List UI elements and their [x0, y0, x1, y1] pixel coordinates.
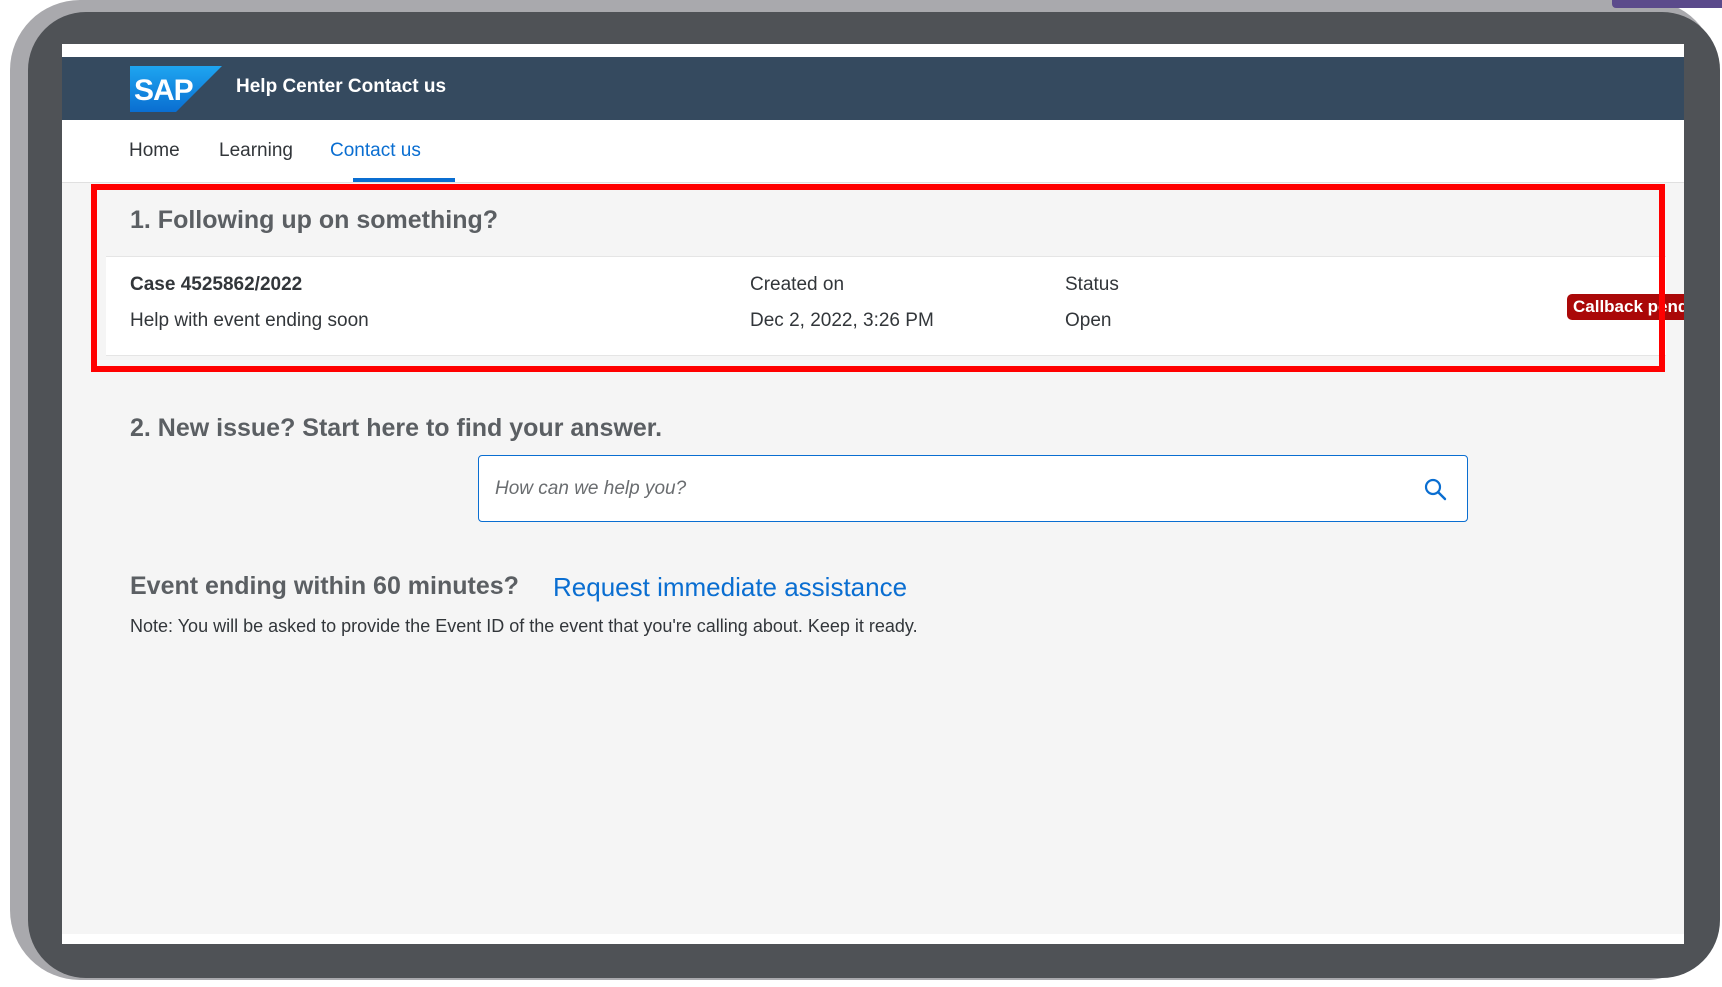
tab-home[interactable]: Home [129, 140, 180, 162]
app-title: Help Center Contact us [236, 76, 447, 97]
status-value: Open [1065, 310, 1112, 331]
case-id: Case 4525862/2022 [130, 274, 303, 295]
browser-screen: SAP Help Center Contact us Home Learning… [62, 44, 1684, 944]
search-icon[interactable] [1423, 477, 1447, 501]
request-assistance-link[interactable]: Request immediate assistance [553, 572, 907, 603]
active-tab-indicator [353, 178, 455, 182]
created-on-header: Created on [750, 274, 845, 295]
corner-accent [1612, 0, 1722, 8]
sap-logo[interactable]: SAP [130, 66, 222, 112]
search-input[interactable] [493, 466, 1397, 512]
followup-section: 1. Following up on something? Case 45258… [106, 190, 1684, 360]
status-header: Status [1065, 274, 1119, 295]
followup-title: 1. Following up on something? [130, 206, 499, 234]
sap-logo-text: SAP [134, 74, 193, 107]
event-id-note: Note: You will be asked to provide the E… [130, 616, 918, 636]
new-issue-title: 2. New issue? Start here to find your an… [130, 414, 663, 442]
search-box [478, 455, 1468, 522]
urgent-title: Event ending within 60 minutes? [130, 572, 519, 600]
tab-bar: Home Learning Contact us [62, 120, 1684, 183]
screen-bottom-strip [62, 934, 1684, 944]
tab-contact-us[interactable]: Contact us [330, 140, 421, 162]
case-row[interactable]: Case 4525862/2022 Help with event ending… [106, 256, 1684, 356]
created-on-value: Dec 2, 2022, 3:26 PM [750, 310, 934, 331]
callback-pending-badge: Callback pending [1567, 294, 1684, 320]
tab-learning[interactable]: Learning [219, 140, 293, 162]
screen-top-strip [62, 44, 1684, 57]
case-description: Help with event ending soon [130, 310, 369, 331]
shell-bar: SAP Help Center Contact us [62, 57, 1684, 120]
